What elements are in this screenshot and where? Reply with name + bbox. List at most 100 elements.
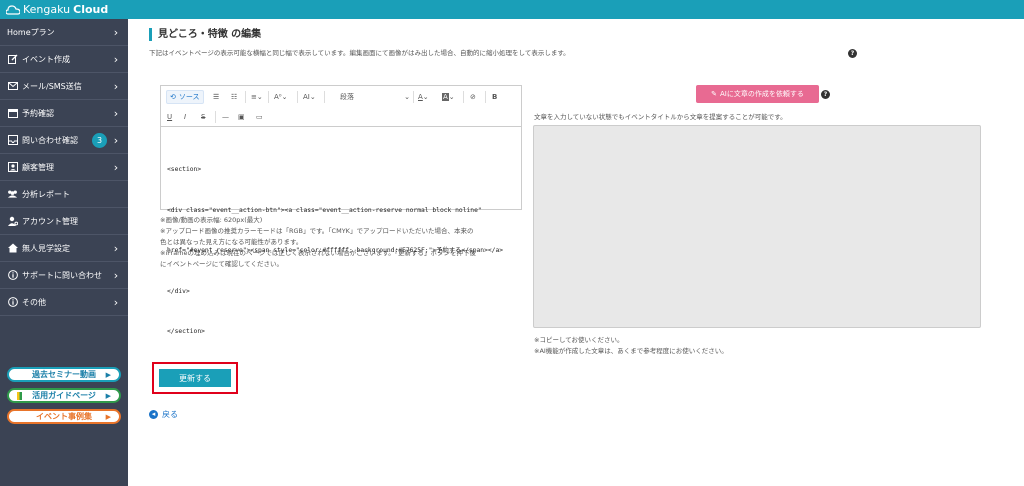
- usage-guide-button[interactable]: 活用ガイドページ ▶: [7, 388, 121, 403]
- format-select[interactable]: 段落 ⌄: [340, 91, 410, 103]
- bold-icon[interactable]: B: [492, 91, 497, 103]
- info-icon: [7, 270, 18, 281]
- pill-label: 過去セミナー動画: [32, 370, 96, 379]
- html-editor[interactable]: ⟲ ソース ☰ ☷ ≡⌄ A⁰⌄ AI⌄ 段落 ⌄ A ⌄ A ⌄ ⊘ B U I …: [160, 85, 522, 335]
- help-icon[interactable]: ?: [821, 90, 830, 99]
- sidebar-item-support[interactable]: サポートに問い合わせ ›: [0, 262, 128, 289]
- beginner-mark-icon: [17, 391, 22, 400]
- image-insert-icon[interactable]: ▣: [238, 111, 245, 123]
- sidebar-item-mail-sms[interactable]: メール/SMS送信 ›: [0, 73, 128, 100]
- sidebar-item-account[interactable]: アカウント管理: [0, 208, 128, 235]
- ai-output-textarea[interactable]: [533, 125, 981, 328]
- play-icon: ▶: [105, 412, 111, 421]
- chevron-right-icon: ›: [113, 25, 119, 39]
- ai-request-button[interactable]: ✎ AIに文章の作成を依頼する: [696, 85, 819, 103]
- back-label: 戻る: [162, 410, 178, 419]
- sidebar-item-unmanned-tour[interactable]: 無人見学設定 ›: [0, 235, 128, 262]
- align-icon[interactable]: ≡⌄: [251, 91, 263, 103]
- contacts-icon: [7, 162, 18, 173]
- chevron-right-icon: ›: [113, 106, 119, 120]
- notification-badge: 3: [92, 132, 107, 148]
- edit-icon: [7, 54, 18, 65]
- play-icon: ▶: [105, 370, 111, 379]
- code-line: <section>: [167, 166, 202, 173]
- sidebar-item-home-plan[interactable]: Homeプラン ›: [0, 19, 128, 46]
- inbox-icon: [7, 135, 18, 146]
- sidebar-item-label: Homeプラン: [7, 27, 55, 37]
- sidebar: Homeプラン › イベント作成 › メール/SMS送信 › 予約確認 › 問い…: [0, 19, 128, 486]
- chevron-right-icon: ›: [113, 268, 119, 282]
- sidebar-item-label: 予約確認: [22, 108, 54, 118]
- note-line: にイベントページにて確認してください。: [160, 260, 283, 268]
- divider: [485, 91, 486, 103]
- source-button[interactable]: ⟲ ソース: [166, 90, 204, 104]
- divider: [245, 91, 246, 103]
- home-icon: [7, 243, 18, 254]
- chevron-right-icon: ›: [113, 160, 119, 174]
- pill-label: イベント事例集: [36, 412, 92, 421]
- sidebar-item-label: メール/SMS送信: [22, 81, 82, 91]
- cloud-logo-icon: [6, 4, 20, 15]
- note-line: ※iFrameの埋め込みは現在のページでは正しく表示されない場合がございます。「…: [160, 249, 476, 257]
- background-color-icon[interactable]: A ⌄: [442, 91, 455, 103]
- sidebar-item-customers[interactable]: 顧客管理 ›: [0, 154, 128, 181]
- horizontal-rule-icon[interactable]: —: [222, 111, 229, 123]
- sidebar-item-event-create[interactable]: イベント作成 ›: [0, 46, 128, 73]
- italic-icon[interactable]: I: [184, 111, 186, 123]
- chevron-right-icon: ›: [113, 241, 119, 255]
- page-title: 見どころ・特徴 の編集: [149, 28, 261, 41]
- sidebar-item-other[interactable]: その他 ›: [0, 289, 128, 316]
- note-line: 色とは異なった見え方になる可能性があります。: [160, 238, 303, 246]
- underline-icon[interactable]: U: [167, 111, 172, 123]
- play-icon: ▶: [105, 391, 111, 400]
- logo-suffix: Cloud: [73, 3, 109, 16]
- media-insert-icon[interactable]: ▭: [256, 111, 263, 123]
- top-bar: Kengaku Cloud: [0, 0, 1024, 19]
- sidebar-item-label: 顧客管理: [22, 162, 54, 172]
- code-line: </div>: [167, 287, 190, 295]
- past-seminar-videos-button[interactable]: 過去セミナー動画 ▶: [7, 367, 121, 382]
- ai-notes: ※コピーしてお使いください。 ※AI機能が作成した文章は、あくまで参考程度にお使…: [534, 335, 728, 357]
- divider: [297, 91, 298, 103]
- note-line: ※AI機能が作成した文章は、あくまで参考程度にお使いください。: [534, 347, 728, 355]
- sidebar-item-label: 無人見学設定: [22, 243, 70, 253]
- font-size-icon[interactable]: A⁰⌄: [274, 91, 287, 103]
- divider: [324, 91, 325, 103]
- chevron-right-icon: ›: [113, 133, 119, 147]
- sidebar-item-reservations[interactable]: 予約確認 ›: [0, 100, 128, 127]
- ai-request-label: AIに文章の作成を依頼する: [720, 90, 804, 98]
- magic-wand-icon: ✎: [711, 90, 717, 98]
- code-line: </section>: [167, 328, 205, 335]
- sidebar-item-label: イベント作成: [22, 54, 70, 64]
- back-link[interactable]: ◂ 戻る: [149, 409, 178, 420]
- divider: [463, 91, 464, 103]
- help-icon[interactable]: ?: [848, 49, 857, 58]
- event-examples-button[interactable]: イベント事例集 ▶: [7, 409, 121, 424]
- pill-label: 活用ガイドページ: [32, 391, 96, 400]
- sidebar-item-analytics[interactable]: 分析レポート: [0, 181, 128, 208]
- logo-prefix: Kengaku: [23, 3, 71, 16]
- chevron-right-icon: ›: [113, 295, 119, 309]
- sidebar-item-label: サポートに問い合わせ: [22, 270, 102, 280]
- chevron-down-icon: ⌄: [404, 93, 410, 101]
- logo[interactable]: Kengaku Cloud: [6, 2, 108, 17]
- source-label: ソース: [178, 93, 200, 101]
- user-gear-icon: [7, 216, 18, 227]
- strikethrough-icon[interactable]: S: [201, 111, 205, 123]
- sidebar-item-inquiries[interactable]: 問い合わせ確認 3 ›: [0, 127, 128, 154]
- ai-description: 文章を入力していない状態でもイベントタイトルから文章を提案することが可能です。: [534, 113, 787, 121]
- font-color-icon[interactable]: A ⌄: [418, 91, 429, 103]
- sidebar-item-label: その他: [22, 297, 46, 307]
- users-icon: [7, 189, 18, 200]
- sidebar-item-label: アカウント管理: [22, 216, 78, 226]
- mail-icon: [7, 81, 18, 92]
- text-style-icon[interactable]: AI⌄: [303, 91, 316, 103]
- link-icon[interactable]: ⊘: [470, 91, 476, 103]
- numbered-list-icon[interactable]: ☰: [213, 91, 219, 103]
- bulleted-list-icon[interactable]: ☷: [231, 91, 237, 103]
- note-line: ※コピーしてお使いください。: [534, 336, 624, 344]
- info-icon: [7, 297, 18, 308]
- divider: [215, 111, 216, 123]
- note-line: ※画像/動画の表示幅: 620px(最大): [160, 216, 263, 224]
- update-button[interactable]: 更新する: [159, 369, 231, 387]
